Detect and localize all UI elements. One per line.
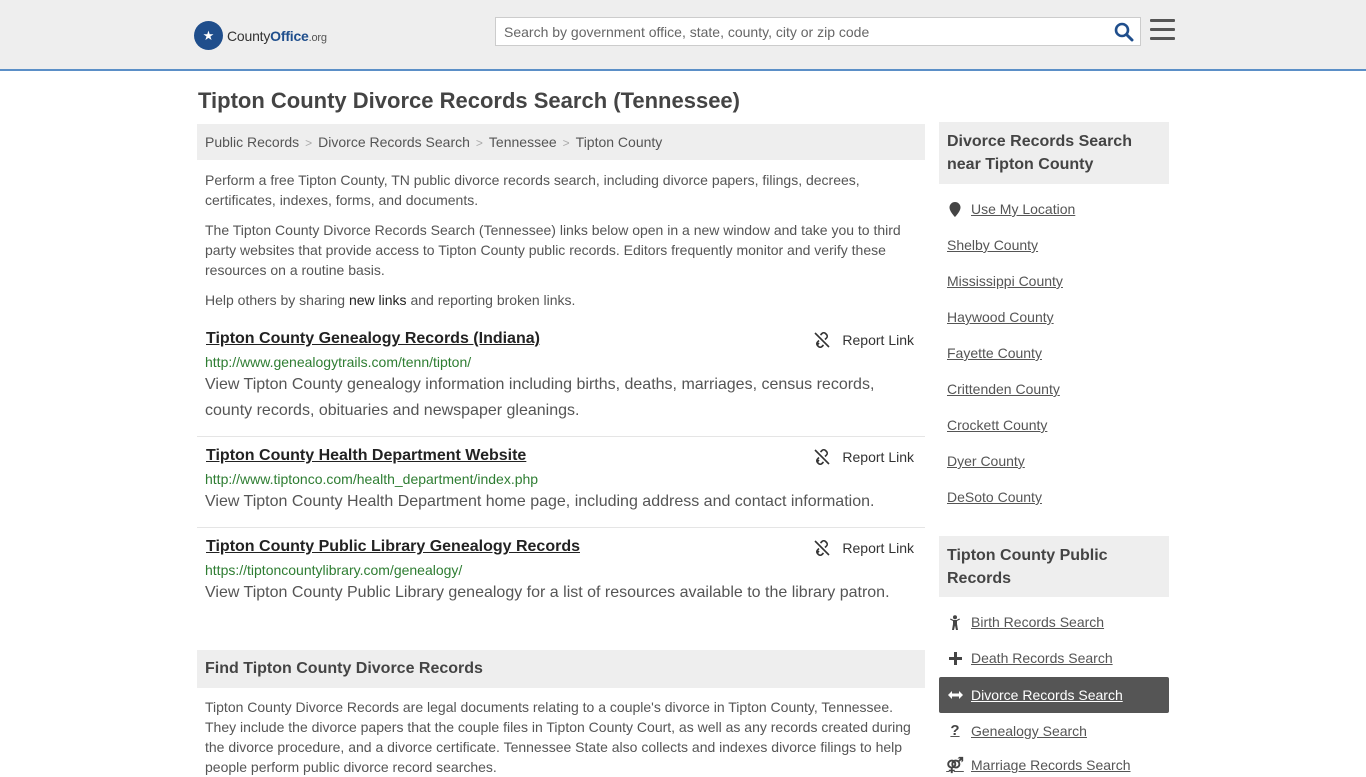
gender-icon: ⚤ — [946, 757, 964, 774]
divorce-records-label: Divorce Records Search — [971, 687, 1123, 703]
nearby-county-link[interactable]: Shelby County — [947, 237, 1038, 253]
nearby-county-link[interactable]: Fayette County — [947, 345, 1042, 361]
child-icon — [947, 614, 963, 630]
breadcrumb-separator: > — [475, 136, 483, 150]
report-link-button[interactable]: Report Link — [814, 540, 914, 556]
logo-seal-icon: ★ — [194, 21, 223, 50]
site-logo[interactable]: ★ CountyOffice.org — [194, 21, 327, 50]
result-item: Tipton County Health Department Website … — [197, 447, 925, 528]
search-icon — [1114, 22, 1134, 42]
result-title-link[interactable]: Tipton County Public Library Genealogy R… — [206, 538, 580, 556]
death-records-search-link[interactable]: Death Records Search — [947, 650, 1113, 666]
logo-office: Office — [270, 27, 309, 44]
cross-icon — [947, 651, 963, 665]
report-link-label: Report Link — [842, 332, 914, 348]
breadcrumb-tipton-county: Tipton County — [575, 134, 663, 150]
breadcrumb-public-records[interactable]: Public Records — [205, 134, 299, 150]
result-url[interactable]: http://www.tiptonco.com/health_departmen… — [205, 471, 917, 487]
broken-link-icon — [814, 449, 830, 465]
nearby-county-link[interactable]: Haywood County — [947, 309, 1054, 325]
site-header: ★ CountyOffice.org — [0, 0, 1366, 71]
broken-link-icon — [814, 540, 830, 556]
logo-county: County — [227, 27, 271, 44]
menu-bar — [1150, 37, 1175, 40]
death-records-label: Death Records Search — [971, 650, 1113, 666]
genealogy-search-link[interactable]: ? Genealogy Search — [947, 722, 1087, 739]
public-records-heading: Tipton County Public Records — [939, 536, 1169, 597]
genealogy-search-label: Genealogy Search — [971, 722, 1087, 739]
question-icon: ? — [950, 722, 960, 739]
search-box — [495, 17, 1141, 46]
breadcrumb: Public Records > Divorce Records Search > Te… — [197, 124, 925, 160]
new-links-link[interactable]: new links — [349, 292, 407, 308]
menu-bar — [1150, 19, 1175, 22]
logo-text: CountyOffice.org — [227, 28, 327, 44]
hamburger-menu-button[interactable] — [1150, 19, 1175, 41]
use-my-location-label: Use My Location — [971, 201, 1076, 217]
result-description: View Tipton County Public Library geneal… — [205, 584, 890, 601]
marriage-records-search-link[interactable]: ⚤ Marriage Records Search — [946, 756, 1131, 774]
logo-org: .org — [308, 31, 327, 44]
report-link-label: Report Link — [842, 540, 914, 556]
breadcrumb-tennessee[interactable]: Tennessee — [489, 134, 557, 150]
find-records-heading: Find Tipton County Divorce Records — [197, 650, 925, 688]
arrows-icon — [947, 690, 963, 700]
intro-paragraph-1: Perform a free Tipton County, TN public … — [205, 172, 860, 208]
nearby-county-link[interactable]: DeSoto County — [947, 489, 1042, 505]
intro-paragraph-2: The Tipton County Divorce Records Search… — [205, 222, 901, 278]
result-url[interactable]: http://www.genealogytrails.com/tenn/tipt… — [205, 354, 917, 370]
intro-paragraph-3: Help others by sharing new links and rep… — [205, 290, 905, 310]
nearby-county-link[interactable]: Mississippi County — [947, 273, 1063, 289]
breadcrumb-divorce-records-search[interactable]: Divorce Records Search — [318, 134, 470, 150]
use-my-location-link[interactable]: Use My Location — [947, 201, 1075, 217]
result-url[interactable]: https://tiptoncountylibrary.com/genealog… — [205, 562, 917, 578]
result-item: Tipton County Public Library Genealogy R… — [197, 538, 925, 618]
map-pin-icon — [947, 201, 963, 217]
divorce-records-search-link[interactable]: Divorce Records Search — [939, 677, 1169, 713]
nearby-heading: Divorce Records Search near Tipton Count… — [939, 122, 1169, 184]
breadcrumb-separator: > — [562, 136, 570, 150]
birth-records-label: Birth Records Search — [971, 614, 1105, 630]
report-link-label: Report Link — [842, 449, 914, 465]
result-item: Tipton County Genealogy Records (Indiana… — [197, 330, 925, 437]
search-button[interactable] — [1114, 22, 1134, 42]
nearby-county-link[interactable]: Crittenden County — [947, 381, 1060, 397]
menu-bar — [1150, 28, 1175, 31]
result-description: View Tipton County Health Department hom… — [205, 493, 875, 510]
breadcrumb-separator: > — [305, 136, 313, 150]
nearby-county-link[interactable]: Crockett County — [947, 417, 1047, 433]
marriage-records-label: Marriage Records Search — [971, 757, 1131, 773]
result-title-link[interactable]: Tipton County Genealogy Records (Indiana… — [206, 330, 540, 348]
intro-text: Help others by sharing — [205, 292, 349, 308]
intro-text: and reporting broken links. — [406, 292, 576, 308]
result-title-link[interactable]: Tipton County Health Department Website — [206, 447, 526, 465]
report-link-button[interactable]: Report Link — [814, 332, 914, 348]
result-description: View Tipton County genealogy information… — [205, 376, 875, 419]
birth-records-search-link[interactable]: Birth Records Search — [947, 614, 1104, 630]
search-input[interactable] — [496, 18, 1096, 45]
find-records-body: Tipton County Divorce Records are legal … — [205, 699, 911, 775]
report-link-button[interactable]: Report Link — [814, 449, 914, 465]
nearby-county-link[interactable]: Dyer County — [947, 453, 1025, 469]
page-title: Tipton County Divorce Records Search (Te… — [198, 88, 740, 113]
broken-link-icon — [814, 332, 830, 348]
